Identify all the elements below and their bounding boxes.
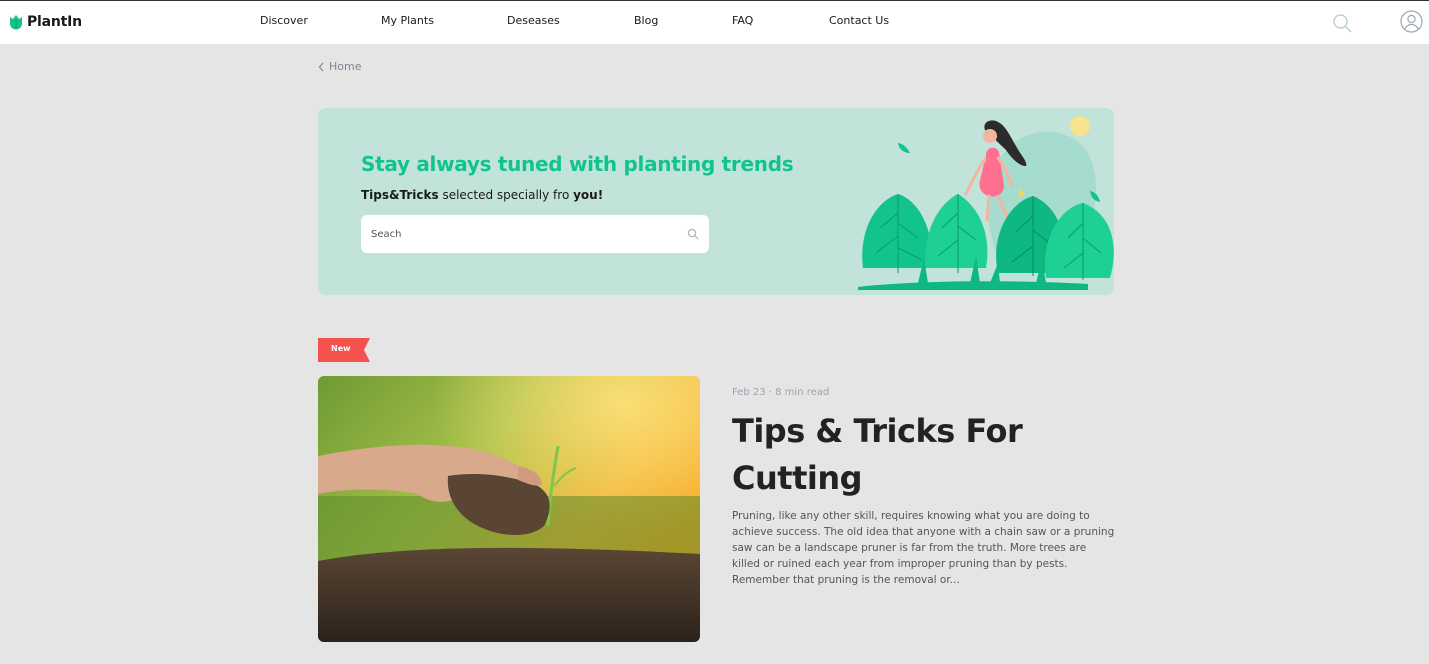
article-meta: Feb 23 · 8 min read bbox=[732, 387, 830, 398]
new-badge-label: New bbox=[331, 344, 351, 353]
top-navbar: PlantIn Discover My Plants Deseases Blog… bbox=[0, 0, 1429, 44]
hero-subtitle-bold-tips: Tips&Tricks bbox=[361, 188, 439, 202]
new-badge: New bbox=[318, 338, 370, 362]
brand-name: PlantIn bbox=[27, 14, 82, 30]
brand-logo[interactable]: PlantIn bbox=[9, 12, 82, 32]
article-title[interactable]: Tips & Tricks For Cutting bbox=[732, 408, 1112, 502]
breadcrumb-home[interactable]: Home bbox=[329, 60, 361, 73]
user-icon[interactable] bbox=[1400, 10, 1423, 33]
nav-blog[interactable]: Blog bbox=[634, 14, 658, 27]
nav-contact-us[interactable]: Contact Us bbox=[829, 14, 889, 27]
hero-search-box[interactable] bbox=[361, 215, 709, 253]
article-excerpt: Pruning, like any other skill, requires … bbox=[732, 510, 1115, 586]
breadcrumb[interactable]: Home bbox=[318, 60, 361, 73]
hero-subtitle-bold-you: you! bbox=[573, 188, 604, 202]
hero-title: Stay always tuned with planting trends bbox=[361, 152, 794, 176]
hero-subtitle: Tips&Tricks selected specially fro you! bbox=[361, 188, 603, 202]
woman-in-garden-illustration bbox=[858, 116, 1114, 290]
nav-deseases[interactable]: Deseases bbox=[507, 14, 560, 27]
hero-subtitle-text: selected specially fro bbox=[438, 188, 574, 202]
chevron-left-icon bbox=[318, 62, 324, 71]
nav-discover[interactable]: Discover bbox=[260, 14, 308, 27]
hand-holding-soil-photo bbox=[318, 376, 700, 642]
nav-my-plants[interactable]: My Plants bbox=[381, 14, 434, 27]
tulip-logo-icon bbox=[10, 15, 22, 30]
article-image[interactable] bbox=[318, 376, 700, 642]
search-icon[interactable] bbox=[1332, 13, 1352, 33]
hero-search-input[interactable] bbox=[371, 228, 687, 240]
search-icon[interactable] bbox=[687, 228, 699, 240]
nav-faq[interactable]: FAQ bbox=[732, 14, 753, 27]
hero-banner: Stay always tuned with planting trends T… bbox=[318, 108, 1114, 295]
